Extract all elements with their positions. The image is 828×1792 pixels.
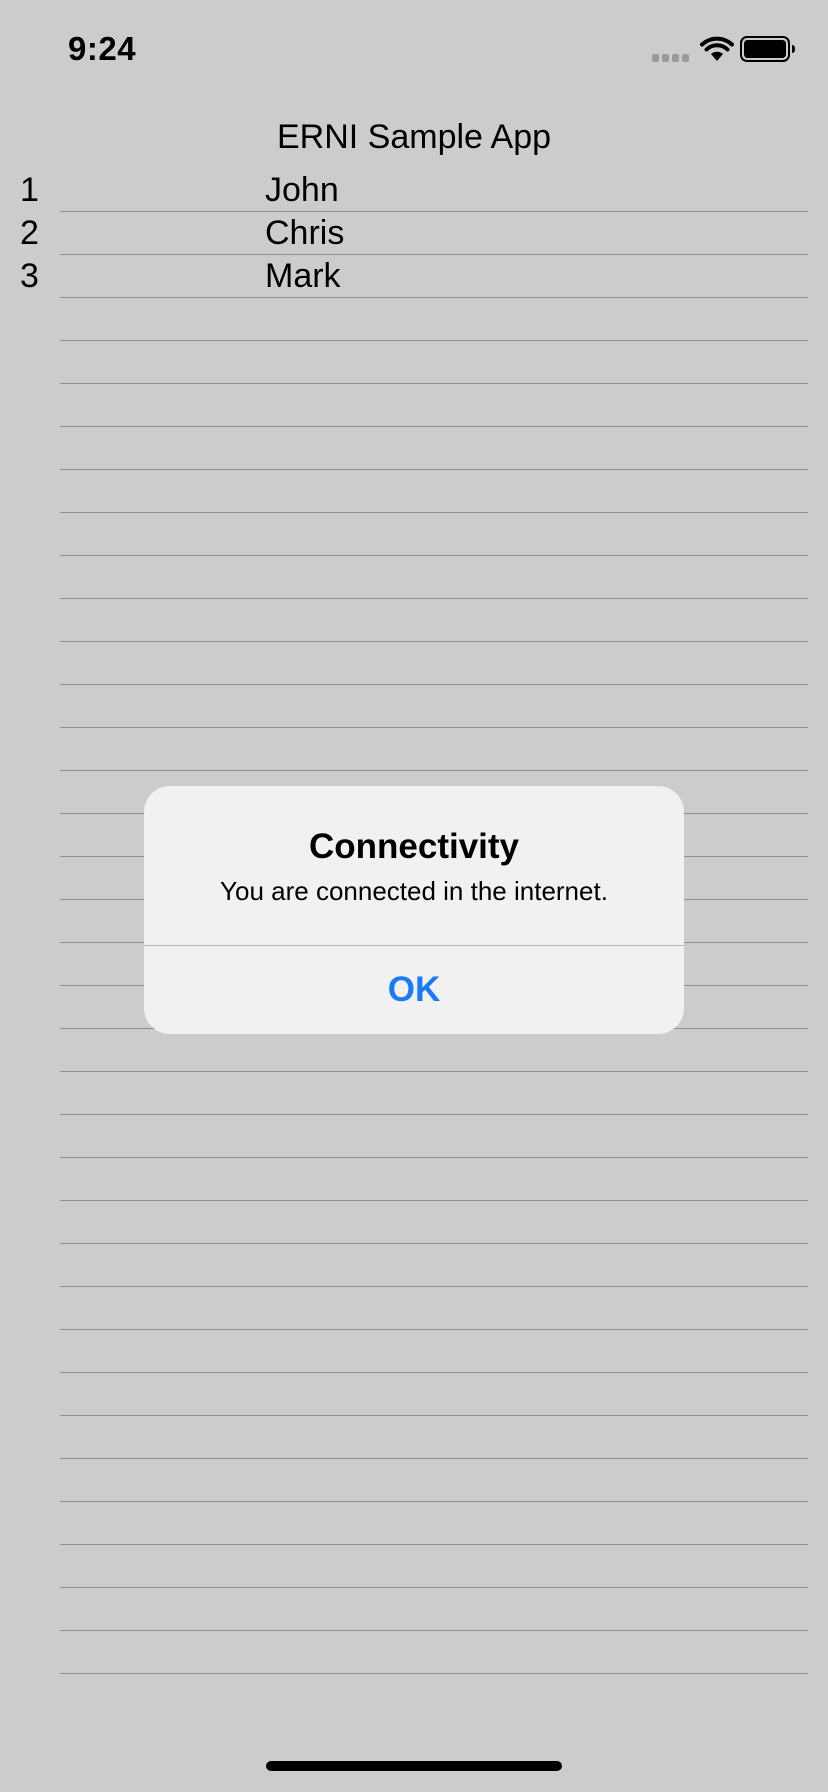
cellular-signal-icon: [652, 54, 690, 62]
empty-row: [0, 1072, 828, 1115]
row-number: 2: [20, 214, 39, 252]
status-time: 9:24: [68, 30, 137, 67]
empty-row: [0, 1545, 828, 1588]
app-title: ERNI Sample App: [276, 118, 552, 156]
empty-row: [0, 1416, 828, 1459]
alert-title: Connectivity: [308, 827, 520, 866]
row-name: Mark: [265, 257, 341, 295]
empty-row: [0, 470, 828, 513]
row-number: 1: [20, 171, 39, 209]
row-name: Chris: [265, 214, 345, 252]
row-name: John: [265, 171, 339, 209]
empty-row: [0, 298, 828, 341]
empty-row: [0, 1459, 828, 1502]
empty-row: [0, 642, 828, 685]
empty-row: [0, 1158, 828, 1201]
battery-icon: [740, 36, 795, 62]
empty-row: [0, 556, 828, 599]
empty-row: [0, 685, 828, 728]
row-number: 3: [20, 257, 39, 295]
status-bar: 9:24: [0, 0, 828, 100]
empty-row: [0, 599, 828, 642]
empty-row: [0, 1502, 828, 1545]
alert-message: You are connected in the internet.: [220, 876, 608, 906]
empty-row: [0, 427, 828, 470]
empty-row: [0, 1631, 828, 1674]
wifi-icon: [700, 36, 734, 61]
connectivity-alert: Connectivity You are connected in the in…: [144, 786, 684, 1034]
empty-row: [0, 1330, 828, 1373]
list-item[interactable]: 1 John: [0, 169, 828, 212]
empty-row: [0, 341, 828, 384]
empty-row: [0, 1244, 828, 1287]
list-item[interactable]: 3 Mark: [0, 255, 828, 298]
empty-row: [0, 1115, 828, 1158]
empty-row: [0, 513, 828, 556]
row-separator: [60, 1673, 808, 1674]
empty-row: [0, 1588, 828, 1631]
empty-row: [0, 728, 828, 771]
empty-row: [0, 1201, 828, 1244]
empty-row: [0, 1029, 828, 1072]
list-item[interactable]: 2 Chris: [0, 212, 828, 255]
empty-row: [0, 1287, 828, 1330]
home-indicator[interactable]: [266, 1761, 562, 1771]
alert-ok-button[interactable]: OK: [144, 946, 684, 1034]
empty-row: [0, 384, 828, 427]
empty-row: [0, 1373, 828, 1416]
